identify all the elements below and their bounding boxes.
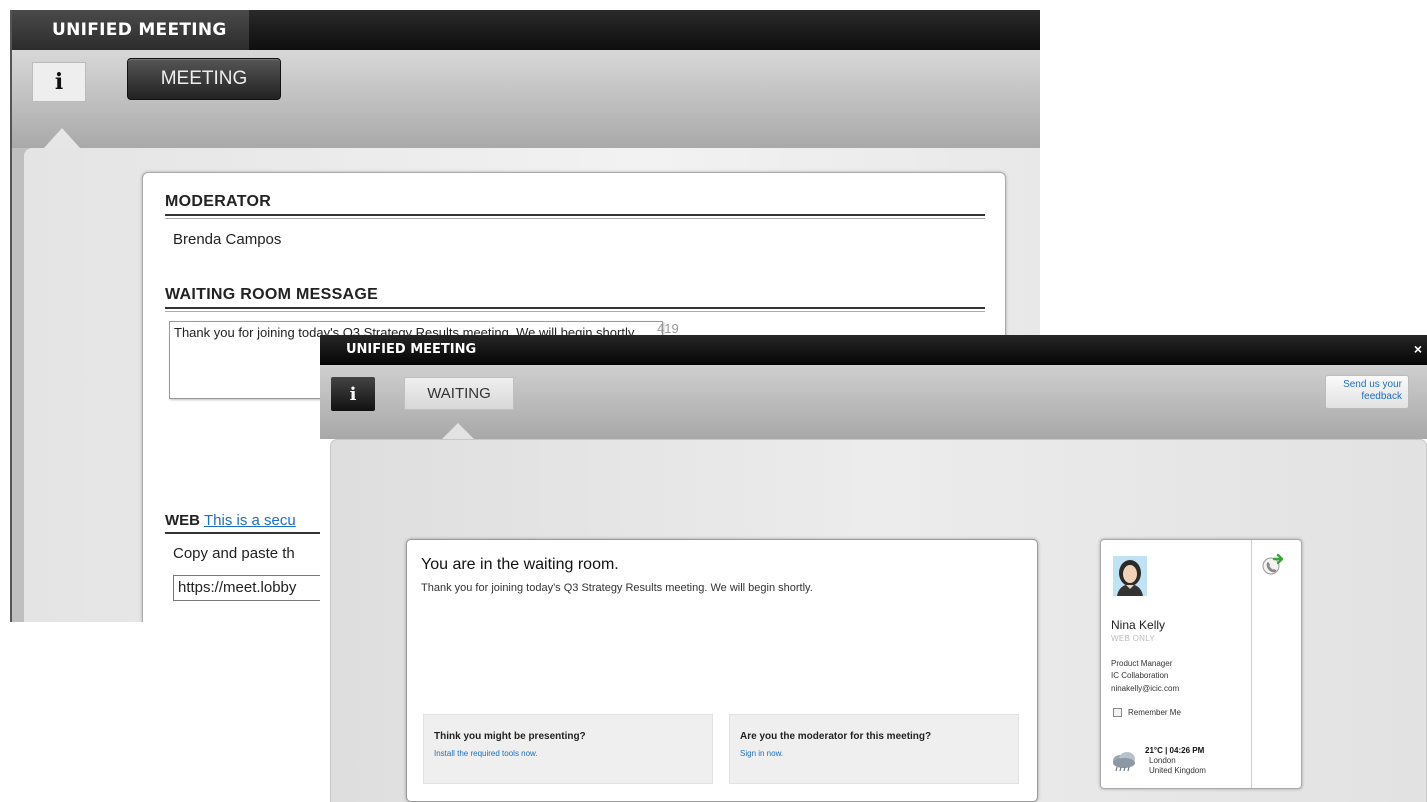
profile-name: Nina Kelly: [1111, 618, 1166, 632]
waiting-room-title: You are in the waiting room.: [421, 556, 619, 573]
back-window-title: UNIFIED MEETING: [12, 10, 249, 50]
presenting-box: Think you might be presenting? Install t…: [423, 714, 713, 784]
weather-cloud-icon: [1113, 752, 1135, 772]
profile-card: Nina Kelly WEB ONLY Product Manager IC C…: [1100, 539, 1302, 789]
tab-waiting[interactable]: WAITING: [404, 377, 514, 410]
back-info-button[interactable]: i: [32, 62, 86, 102]
waiting-room-description: Thank you for joining today's Q3 Strateg…: [421, 582, 813, 594]
profile-job-title: Product Manager: [1111, 659, 1173, 668]
front-tab-bar: i WAITING Send us your feedback: [320, 365, 1427, 439]
moderator-question: Are you the moderator for this meeting?: [740, 731, 932, 742]
presenting-question: Think you might be presenting?: [434, 731, 586, 742]
moderator-name: Brenda Campos: [173, 231, 282, 248]
install-tools-link[interactable]: Install the required tools now.: [434, 749, 538, 758]
profile-email: ninakelly@icic.com: [1111, 684, 1180, 693]
waiting-room-card: You are in the waiting room. Thank you f…: [406, 539, 1038, 802]
weather-country: United Kingdom: [1149, 766, 1206, 775]
copy-paste-instruction: Copy and paste th: [173, 545, 295, 562]
front-window-title: UNIFIED MEETING: [346, 342, 477, 357]
profile-divider: [1251, 540, 1252, 788]
moderator-heading: MODERATOR: [165, 193, 985, 219]
weather-city: London: [1149, 756, 1176, 765]
user-avatar-icon: [1113, 556, 1147, 596]
checkbox-box[interactable]: [1113, 708, 1122, 717]
remember-me-checkbox[interactable]: Remember Me: [1113, 708, 1181, 717]
phone-call-icon[interactable]: [1261, 552, 1285, 576]
back-tab-pointer: [44, 128, 80, 148]
moderator-box: Are you the moderator for this meeting? …: [729, 714, 1019, 784]
weather-temp-time: 21°C | 04:26 PM: [1145, 746, 1205, 755]
front-title-bar: UNIFIED MEETING ×: [320, 335, 1427, 365]
front-tab-pointer: [442, 423, 474, 439]
remember-me-label: Remember Me: [1128, 708, 1181, 717]
sign-in-link[interactable]: Sign in now.: [740, 749, 783, 758]
waiting-room-message-heading: WAITING ROOM MESSAGE: [165, 286, 985, 312]
feedback-button[interactable]: Send us your feedback: [1325, 375, 1409, 409]
back-tab-bar: i MEETING: [12, 50, 1040, 148]
web-secure-link[interactable]: This is a secu: [204, 512, 296, 529]
profile-status: WEB ONLY: [1111, 634, 1156, 643]
back-title-bar: UNIFIED MEETING: [12, 10, 1040, 50]
char-count: 419: [657, 321, 679, 336]
front-info-button[interactable]: i: [331, 377, 375, 411]
close-icon[interactable]: ×: [1411, 341, 1425, 357]
front-waiting-window: UNIFIED MEETING × i WAITING Send us your…: [320, 335, 1427, 802]
web-heading-label: WEB: [165, 512, 200, 529]
profile-company: IC Collaboration: [1111, 671, 1169, 680]
tab-meeting[interactable]: MEETING: [127, 58, 281, 100]
